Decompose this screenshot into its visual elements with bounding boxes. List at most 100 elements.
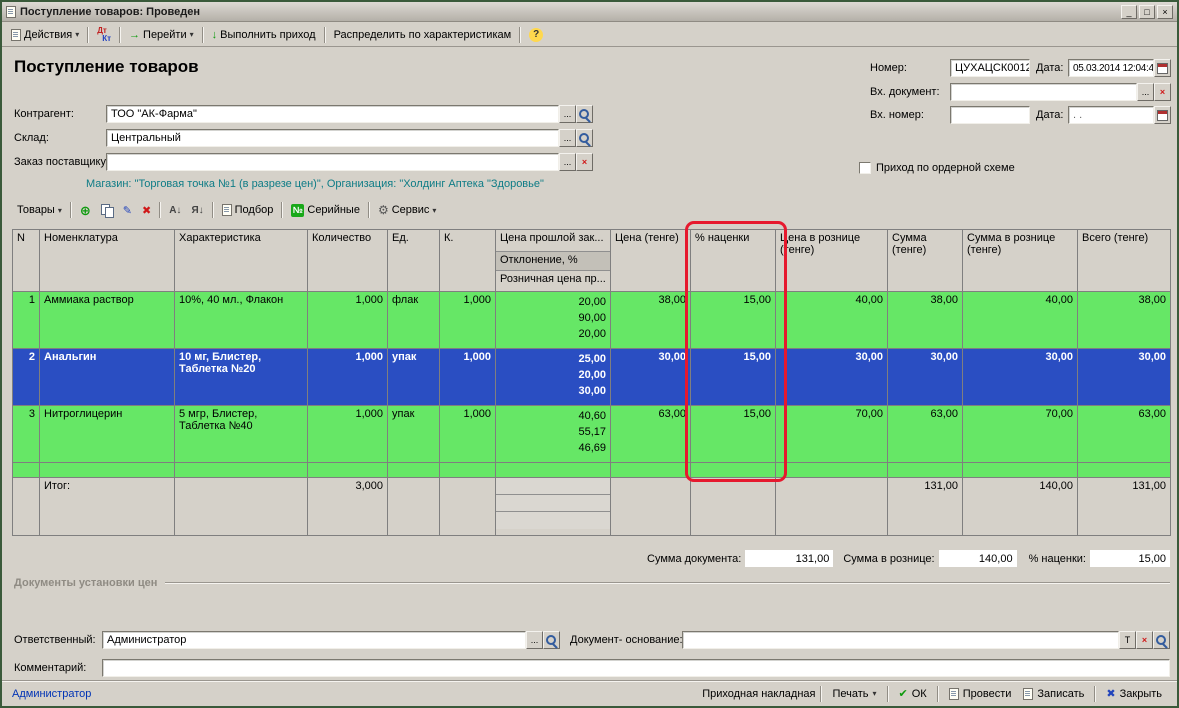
cell-nomenclature[interactable]: Аммиака раствор [40, 292, 175, 349]
cell-quantity[interactable]: 1,000 [308, 292, 388, 349]
cell-retail-sum[interactable]: 40,00 [963, 292, 1078, 349]
column-header-total[interactable]: Всего (тенге) [1078, 230, 1171, 292]
cell-retail-sum[interactable]: 30,00 [963, 349, 1078, 406]
service-menu-button[interactable]: ⚙ Сервис ▾ [373, 200, 441, 220]
supplier-order-clear-button[interactable]: × [576, 153, 593, 171]
date-calendar-button[interactable] [1154, 59, 1171, 77]
column-header-prev-price[interactable]: Цена прошлой зак... Отклонение, % Рознич… [496, 230, 611, 292]
ok-button[interactable]: ✔ ОК [894, 685, 932, 702]
cell-quantity[interactable]: 1,000 [308, 406, 388, 463]
incoming-doc-field[interactable] [950, 83, 1137, 101]
serial-numbers-button[interactable]: № Серийные [286, 200, 365, 220]
column-header-price[interactable]: Цена (тенге) [611, 230, 691, 292]
cell-sum[interactable]: 63,00 [888, 406, 963, 463]
cell-unit[interactable]: упак [388, 349, 440, 406]
cell-sum[interactable]: 38,00 [888, 292, 963, 349]
cell-n[interactable]: 2 [13, 349, 40, 406]
cell-unit[interactable]: упак [388, 406, 440, 463]
cell-retail-sum[interactable]: 70,00 [963, 406, 1078, 463]
add-row-button[interactable]: ⊕ [75, 200, 96, 220]
basis-clear-button[interactable]: × [1136, 631, 1153, 649]
cell-n[interactable]: 3 [13, 406, 40, 463]
minimize-button[interactable]: _ [1121, 5, 1137, 19]
column-header-characteristic[interactable]: Характеристика [175, 230, 308, 292]
cell-markup[interactable]: 15,00 [691, 406, 776, 463]
order-scheme-checkbox[interactable] [859, 162, 871, 174]
responsible-select-button[interactable]: ... [526, 631, 543, 649]
cell-total[interactable]: 63,00 [1078, 406, 1171, 463]
close-doc-button[interactable]: ✖ Закрыть [1101, 685, 1167, 702]
column-header-n[interactable]: N [13, 230, 40, 292]
doc-type-label[interactable]: Приходная накладная [702, 688, 815, 700]
number-field[interactable]: ЦУХАЦСК0012 [950, 59, 1030, 77]
column-header-nomenclature[interactable]: Номенклатура [40, 230, 175, 292]
cell-price[interactable]: 63,00 [611, 406, 691, 463]
cell-retail-price[interactable]: 30,00 [776, 349, 888, 406]
incoming-date-field[interactable]: . . [1068, 106, 1154, 124]
column-header-quantity[interactable]: Количество [308, 230, 388, 292]
post-button[interactable]: Провести [944, 686, 1017, 702]
save-button[interactable]: Записать [1018, 686, 1089, 702]
cell-sum[interactable]: 30,00 [888, 349, 963, 406]
column-header-k[interactable]: К. [440, 230, 496, 292]
copy-row-button[interactable] [96, 200, 118, 220]
do-receipt-button[interactable]: ↓ Выполнить приход [207, 25, 321, 45]
sort-asc-button[interactable]: А↓ [164, 200, 186, 220]
column-header-markup[interactable]: % наценки [691, 230, 776, 292]
cell-retail-price[interactable]: 40,00 [776, 292, 888, 349]
cell-unit[interactable]: флак [388, 292, 440, 349]
actions-menu-button[interactable]: Действия ▾ [6, 25, 84, 45]
cell-price[interactable]: 30,00 [611, 349, 691, 406]
supplier-order-select-button[interactable]: ... [559, 153, 576, 171]
cell-nomenclature[interactable]: Анальгин [40, 349, 175, 406]
warehouse-select-button[interactable]: ... [559, 129, 576, 147]
contractor-select-button[interactable]: ... [559, 105, 576, 123]
cell-markup[interactable]: 15,00 [691, 292, 776, 349]
dtkt-button[interactable]: ДтКт [92, 25, 116, 45]
cell-k[interactable]: 1,000 [440, 349, 496, 406]
distribute-button[interactable]: Распределить по характеристикам [329, 25, 517, 45]
cell-characteristic[interactable]: 5 мгр, Блистер, Таблетка №40 [175, 406, 308, 463]
pick-button[interactable]: Подбор [217, 200, 279, 220]
cell-total[interactable]: 38,00 [1078, 292, 1171, 349]
print-button[interactable]: Печать ▾ [827, 686, 881, 702]
cell-characteristic[interactable]: 10%, 40 мл., Флакон [175, 292, 308, 349]
cell-retail-price[interactable]: 70,00 [776, 406, 888, 463]
basis-type-button[interactable]: Т [1119, 631, 1136, 649]
cell-nomenclature[interactable]: Нитроглицерин [40, 406, 175, 463]
column-header-retail-sum[interactable]: Сумма в рознице (тенге) [963, 230, 1078, 292]
cell-total[interactable]: 30,00 [1078, 349, 1171, 406]
column-header-sum[interactable]: Сумма (тенге) [888, 230, 963, 292]
incoming-date-calendar-button[interactable] [1154, 106, 1171, 124]
help-button[interactable]: ? [524, 25, 548, 45]
cell-prev-prices[interactable]: 40,60 55,17 46,69 [496, 406, 611, 463]
incoming-number-field[interactable] [950, 106, 1030, 124]
supplier-order-field[interactable] [106, 153, 559, 171]
cell-k[interactable]: 1,000 [440, 292, 496, 349]
contractor-open-button[interactable] [576, 105, 593, 123]
incoming-doc-select-button[interactable]: ... [1137, 83, 1154, 101]
date-field[interactable]: 05.03.2014 12:04:48 [1068, 59, 1154, 77]
warehouse-open-button[interactable] [576, 129, 593, 147]
incoming-doc-clear-button[interactable]: × [1154, 83, 1171, 101]
warehouse-field[interactable]: Центральный [106, 129, 559, 147]
sort-desc-button[interactable]: Я↓ [186, 200, 208, 220]
close-button[interactable]: × [1157, 5, 1173, 19]
contractor-field[interactable]: ТОО "АК-Фарма" [106, 105, 559, 123]
cell-prev-prices[interactable]: 25,00 20,00 30,00 [496, 349, 611, 406]
cell-n[interactable]: 1 [13, 292, 40, 349]
comment-field[interactable] [102, 659, 1170, 677]
responsible-open-button[interactable] [543, 631, 560, 649]
maximize-button[interactable]: □ [1139, 5, 1155, 19]
goods-menu-button[interactable]: Товары ▾ [12, 200, 67, 220]
edit-row-button[interactable]: ✎ [118, 200, 137, 220]
basis-field[interactable] [682, 631, 1119, 649]
cell-k[interactable]: 1,000 [440, 406, 496, 463]
delete-row-button[interactable]: ✖ [137, 200, 156, 220]
column-header-unit[interactable]: Ед. [388, 230, 440, 292]
cell-markup[interactable]: 15,00 [691, 349, 776, 406]
column-header-retail-price[interactable]: Цена в рознице (тенге) [776, 230, 888, 292]
cell-quantity[interactable]: 1,000 [308, 349, 388, 406]
cell-prev-prices[interactable]: 20,00 90,00 20,00 [496, 292, 611, 349]
goto-menu-button[interactable]: → Перейти ▾ [124, 25, 199, 45]
